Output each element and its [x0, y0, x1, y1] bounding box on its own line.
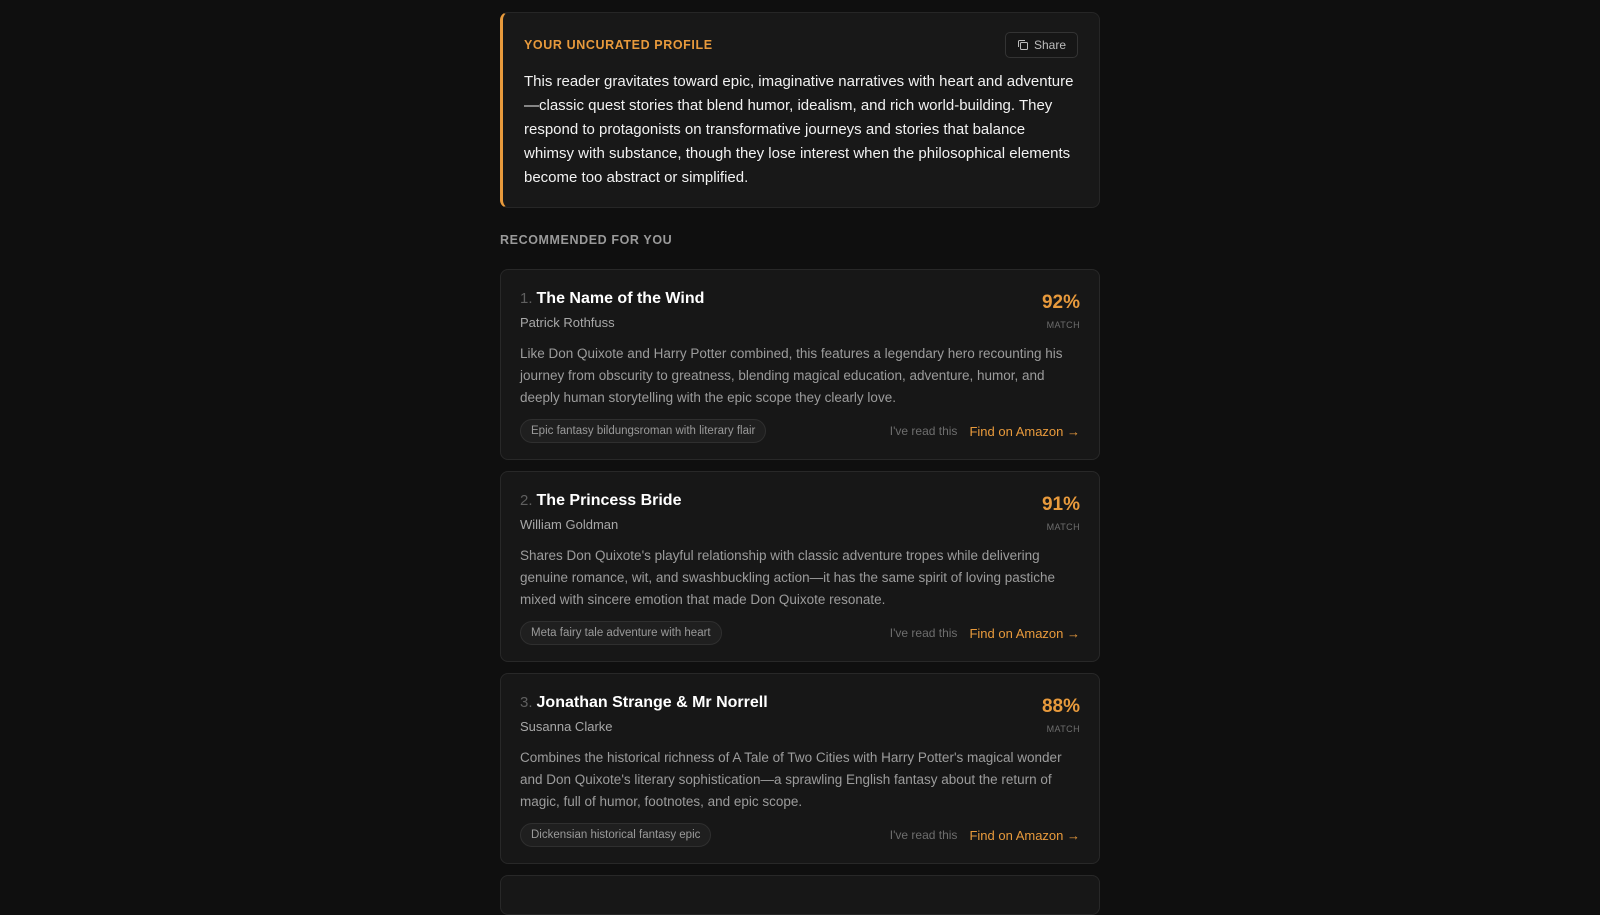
- book-description: Combines the historical richness of A Ta…: [520, 750, 1062, 809]
- rank-number: 3.: [520, 694, 533, 711]
- book-author: Patrick Rothfuss: [520, 315, 615, 330]
- genre-tag: Epic fantasy bildungsroman with literary…: [520, 419, 767, 443]
- amazon-link[interactable]: Find on Amazon →: [969, 626, 1080, 641]
- profile-card: YOUR UNCURATED PROFILE Share This reader…: [500, 12, 1100, 208]
- profile-title: YOUR UNCURATED PROFILE: [524, 38, 713, 52]
- main-column: YOUR UNCURATED PROFILE Share This reader…: [500, 12, 1100, 915]
- book-description: Like Don Quixote and Harry Potter combin…: [520, 346, 1063, 405]
- match-label: MATCH: [1046, 320, 1080, 330]
- recommendation-card: 2. The Princess Bride William Goldman 91…: [500, 471, 1100, 662]
- book-author: Susanna Clarke: [520, 719, 613, 734]
- amazon-link[interactable]: Find on Amazon →: [969, 424, 1080, 439]
- recommendation-card: 3. Jonathan Strange & Mr Norrell Susanna…: [500, 673, 1100, 864]
- match-percent: 92%: [1041, 292, 1080, 313]
- read-this-button[interactable]: I've read this: [890, 828, 958, 842]
- recommendation-card: 1. The Name of the Wind Patrick Rothfuss…: [500, 269, 1100, 460]
- share-label: Share: [1033, 38, 1066, 52]
- book-title: The Princess Bride: [536, 492, 682, 509]
- book-title: Jonathan Strange & Mr Norrell: [536, 694, 768, 711]
- match-label: MATCH: [1046, 724, 1080, 734]
- match-label: MATCH: [1046, 522, 1080, 532]
- amazon-link[interactable]: Find on Amazon →: [969, 828, 1080, 843]
- share-button[interactable]: Share: [1004, 32, 1078, 58]
- rank-number: 2.: [520, 492, 533, 509]
- copy-icon: [1017, 39, 1029, 51]
- match-score: 91% MATCH: [1042, 494, 1080, 532]
- book-author: William Goldman: [520, 517, 619, 532]
- rank-number: 1.: [520, 290, 533, 307]
- read-this-button[interactable]: I've read this: [890, 626, 958, 640]
- genre-tag: Dickensian historical fantasy epic: [520, 823, 712, 847]
- match-score: 92% MATCH: [1042, 292, 1080, 330]
- match-percent: 91%: [1041, 494, 1080, 515]
- profile-description: This reader gravitates toward epic, imag…: [524, 73, 1074, 186]
- recommendation-card-partial: [500, 875, 1100, 915]
- genre-tag: Meta fairy tale adventure with heart: [520, 621, 722, 645]
- recommended-heading: RECOMMENDED FOR YOU: [500, 233, 673, 247]
- match-score: 88% MATCH: [1042, 696, 1080, 734]
- match-percent: 88%: [1041, 696, 1080, 717]
- book-description: Shares Don Quixote's playful relationshi…: [520, 548, 1056, 607]
- read-this-button[interactable]: I've read this: [890, 424, 958, 438]
- book-title: The Name of the Wind: [536, 290, 705, 307]
